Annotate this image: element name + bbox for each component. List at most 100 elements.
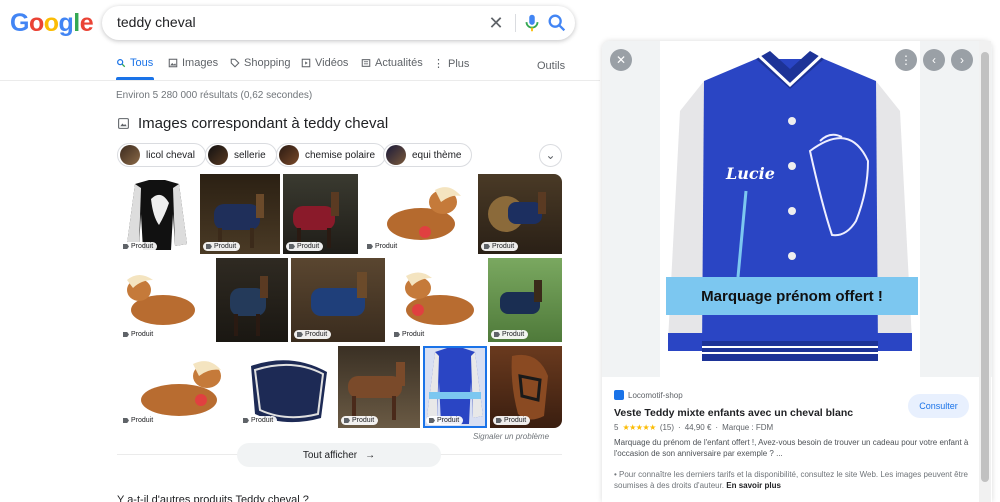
next-section-heading: Y a-t-il d'autres produits Teddy cheval … (117, 494, 309, 502)
image-result[interactable]: Produit (237, 346, 335, 428)
separator: · (678, 423, 681, 432)
image-result[interactable]: Produit (490, 346, 562, 428)
site-favicon-icon (614, 390, 624, 400)
product-badge: Produit (286, 242, 324, 251)
tab-videos[interactable]: Vidéos (301, 57, 348, 69)
tab-all[interactable]: Tous (116, 57, 153, 69)
chevron-down-icon[interactable]: ⌄ (539, 144, 562, 167)
badge-label: Produit (352, 417, 375, 424)
tab-label: Shopping (244, 57, 291, 69)
chip-label: equi thème (412, 149, 462, 161)
show-all-button[interactable]: Tout afficher → (237, 443, 441, 467)
image-result[interactable] (216, 258, 288, 342)
visit-button[interactable]: Consulter (908, 394, 969, 418)
banner-text: Marquage prénom offert ! (701, 287, 883, 305)
play-icon (301, 58, 311, 68)
badge-label: Produit (214, 243, 237, 250)
tag-icon (496, 418, 502, 423)
price: 44,90 € (684, 423, 712, 432)
chip-equi-theme[interactable]: equi thème (383, 143, 473, 167)
panel-scrollbar-thumb[interactable] (981, 52, 989, 482)
badge-label: Produit (402, 331, 425, 338)
image-result[interactable]: Produit (388, 258, 485, 342)
more-vert-icon[interactable]: ⋮ (895, 49, 917, 71)
tab-label: Tous (130, 57, 154, 69)
show-all-label: Tout afficher (302, 449, 358, 461)
logo-letter: o (28, 9, 44, 37)
site-name: Locomotif-shop (628, 390, 683, 400)
tag-icon (206, 244, 212, 249)
image-result[interactable]: Produit (283, 174, 358, 254)
logo-letter: e (79, 9, 94, 37)
tag-icon (394, 332, 400, 337)
product-description: Marquage du prénom de l'enfant offert !,… (614, 438, 969, 458)
header-divider (0, 80, 600, 81)
logo-letter: o (43, 9, 59, 37)
chip-sellerie[interactable]: sellerie (205, 143, 277, 167)
chip-chemise-polaire[interactable]: chemise polaire (276, 143, 387, 167)
jacket-name: Lucie (726, 164, 775, 183)
badge-label: Produit (131, 243, 154, 250)
chip-thumbnail (120, 145, 140, 165)
mic-icon[interactable] (521, 12, 543, 34)
chip-licol-cheval[interactable]: licol cheval (117, 143, 206, 167)
product-badge: Produit (294, 330, 332, 339)
clear-icon[interactable]: ✕ (485, 12, 507, 34)
badge-label: Produit (297, 243, 320, 250)
review-count: (15) (659, 423, 675, 432)
product-badge: Produit (240, 416, 278, 425)
image-result[interactable]: Produit (478, 174, 562, 254)
image-result[interactable]: Produit (200, 174, 280, 254)
image-result[interactable]: Produit (338, 346, 420, 428)
image-result[interactable]: Produit (361, 174, 475, 254)
tab-label: Vidéos (315, 57, 349, 69)
google-logo[interactable]: Google (10, 9, 94, 38)
badge-label: Produit (131, 417, 154, 424)
tab-label: Plus (448, 57, 470, 70)
source-site[interactable]: Locomotif-shop (614, 390, 683, 400)
preview-image[interactable]: Lucie Marquage prénom offert ! (660, 41, 920, 377)
image-result[interactable]: Produit (291, 258, 385, 342)
chip-label: chemise polaire (305, 149, 376, 161)
learn-more-link[interactable]: En savoir plus (726, 481, 781, 490)
badge-label: Produit (251, 417, 274, 424)
chevron-left-icon[interactable]: ‹ (923, 49, 945, 71)
tools-button[interactable]: Outils (537, 60, 565, 72)
image-result[interactable]: Produit (117, 346, 234, 428)
chip-label: licol cheval (146, 149, 195, 161)
image-icon (168, 58, 178, 68)
image-result[interactable]: Produit (117, 174, 197, 254)
close-icon[interactable]: ✕ (610, 49, 632, 71)
tab-shopping[interactable]: Shopping (230, 57, 291, 69)
search-icon[interactable] (546, 12, 568, 34)
chevron-right-icon[interactable]: › (951, 49, 973, 71)
tag-icon (494, 332, 500, 337)
image-result[interactable]: Produit (117, 258, 213, 342)
chip-thumbnail (208, 145, 228, 165)
badge-label: Produit (375, 243, 398, 250)
star-rating-icon: ★★★★★ (622, 423, 656, 432)
tab-more[interactable]: ⋮ Plus (433, 57, 470, 71)
search-icon (117, 59, 126, 68)
arrow-right-icon: → (365, 449, 376, 461)
image-result-selected[interactable]: Produit (423, 346, 487, 428)
product-badge: Produit (491, 330, 529, 339)
jacket-image (668, 51, 912, 361)
report-link[interactable]: Signaler un problème (473, 432, 549, 441)
rights-note-text: • Pour connaître les derniers tarifs et … (614, 470, 968, 490)
chip-label: sellerie (234, 149, 266, 161)
product-title[interactable]: Veste Teddy mixte enfants avec un cheval… (614, 407, 853, 419)
tab-news[interactable]: Actualités (361, 57, 423, 69)
rating-line: 5 ★★★★★ (15) · 44,90 € · Marque : FDM (614, 423, 773, 432)
product-badge: Produit (426, 416, 464, 425)
jacket-banner: Marquage prénom offert ! (666, 277, 918, 315)
search-input[interactable] (117, 14, 457, 30)
chip-thumbnail (386, 145, 406, 165)
tag-icon (243, 418, 249, 423)
product-badge: Produit (364, 242, 402, 251)
tag-icon (344, 418, 350, 423)
tab-images[interactable]: Images (168, 57, 218, 69)
image-result[interactable]: Produit (488, 258, 562, 342)
more-vert-icon: ⋮ (433, 58, 444, 70)
badge-label: Produit (437, 417, 460, 424)
